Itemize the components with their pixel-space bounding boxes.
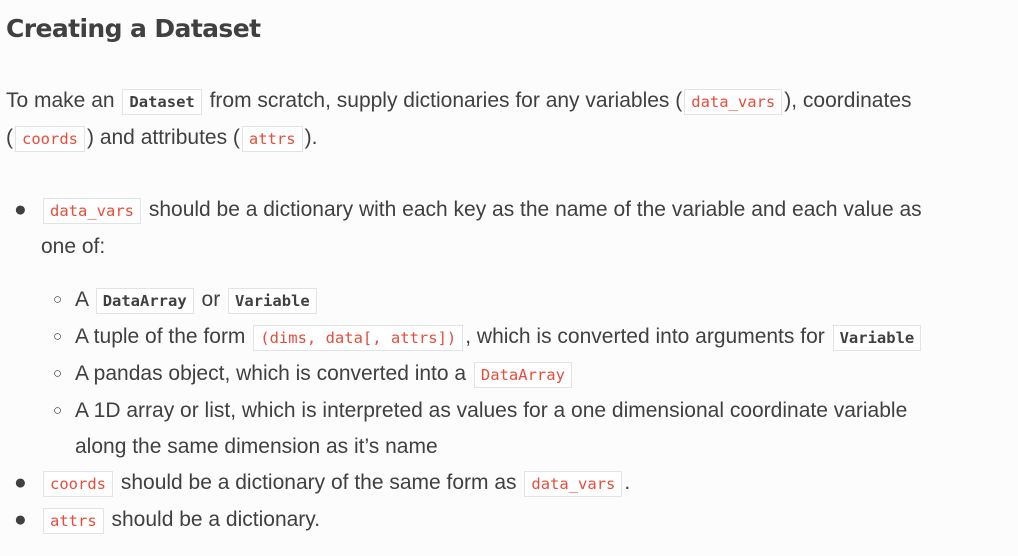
document-page: Creating a Dataset To make an Dataset fr… [0,0,1018,556]
intro-text: ), coordinates [784,89,912,112]
circle-bullet-icon: ○ [53,365,63,382]
sub-item-text: , which is converted into arguments for [465,325,831,348]
sub-item-text: A tuple of the form [75,325,252,348]
dataset-code-link[interactable]: Dataset [122,89,202,115]
intro-text: ( [6,126,13,149]
sub-item-text: or [195,288,227,311]
list-item-coords: ● coords should be a dictionary of the s… [0,465,1018,502]
item-text: should be a dictionary with each key as … [143,198,922,221]
bullet-icon: ● [14,471,27,494]
tuple-form-code: (dims, data[, attrs]) [253,325,464,351]
sub-list: ○ A DataArray or Variable ○ A tuple of t… [41,282,1018,465]
item-text: should be a dictionary of the same form … [115,471,523,494]
sub-item-text: A 1D array or list, which is interpreted… [75,399,908,422]
bullet-icon: ● [14,198,27,221]
section-heading: Creating a Dataset [6,14,261,43]
sub-item-1d-array: ○ A 1D array or list, which is interpret… [41,393,1018,465]
item-text: one of: [41,235,106,258]
list-item-data-vars: ● data_vars should be a dictionary with … [0,192,1018,465]
circle-bullet-icon: ○ [53,328,63,345]
attrs-code: attrs [43,508,104,534]
data-vars-code: data_vars [684,89,783,115]
intro-text: ). [304,126,318,149]
sub-item-dataarray-or-variable: ○ A DataArray or Variable [41,282,1018,319]
argument-list: ● data_vars should be a dictionary with … [0,192,1018,539]
variable-code-link[interactable]: Variable [832,325,922,351]
sub-item-pandas: ○ A pandas object, which is converted in… [41,356,1018,393]
sub-item-text: A [75,288,94,311]
intro-text: ) and attributes ( [87,126,240,149]
attrs-code: attrs [241,126,303,152]
intro-text: from scratch, supply dictionaries for an… [203,89,683,112]
dataarray-code-link[interactable]: DataArray [95,288,194,314]
variable-code-link[interactable]: Variable [228,288,317,314]
sub-item-tuple: ○ A tuple of the form (dims, data[, attr… [41,319,1018,356]
coords-code: coords [43,471,113,497]
list-item-attrs: ● attrs should be a dictionary. [0,502,1018,539]
item-text: . [624,471,631,494]
sub-item-text: A pandas object, which is converted into… [75,362,472,385]
data-vars-code: data_vars [524,471,623,497]
sub-item-text: along the same dimension as it’s name [75,435,438,458]
dataarray-code: DataArray [473,362,572,388]
intro-paragraph: To make an Dataset from scratch, supply … [6,83,912,157]
intro-text: To make an [6,89,121,112]
circle-bullet-icon: ○ [53,402,63,419]
circle-bullet-icon: ○ [53,291,63,308]
coords-code: coords [15,126,85,152]
data-vars-code: data_vars [43,198,141,224]
bullet-icon: ● [14,508,27,531]
item-text: should be a dictionary. [105,508,321,531]
